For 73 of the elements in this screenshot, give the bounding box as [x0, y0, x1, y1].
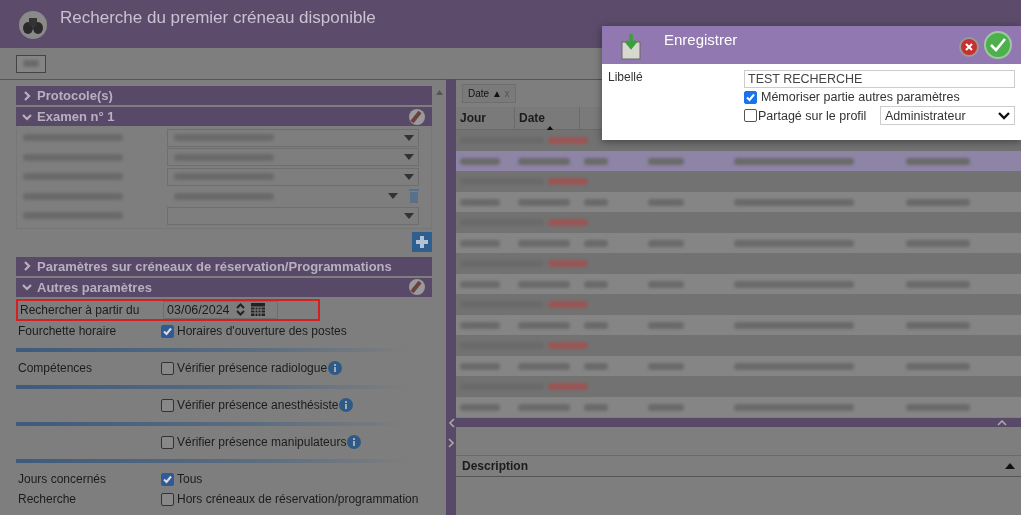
eraser-icon[interactable] [408, 107, 427, 126]
collapse-icon[interactable] [1005, 463, 1015, 469]
select-field[interactable] [167, 128, 419, 147]
column-header[interactable]: Jour [456, 107, 515, 129]
dialog-title: Enregistrer [664, 31, 738, 48]
table-row[interactable] [456, 396, 1021, 417]
section-title: Paramètres sur créneaux de réservation/Programmations [37, 258, 392, 274]
trash-icon[interactable] [409, 189, 419, 204]
caret-icon [404, 212, 414, 219]
table-row[interactable] [456, 314, 1021, 335]
expand-right-icon[interactable] [447, 438, 455, 448]
binoculars-icon [18, 10, 48, 40]
close-icon [965, 43, 973, 51]
field-label: Recherche [17, 492, 78, 506]
section-header[interactable]: Autres paramètres [16, 277, 433, 297]
eraser-icon[interactable] [408, 278, 427, 296]
caret-icon [404, 134, 414, 141]
name-input[interactable]: TEST RECHERCHE [744, 70, 1015, 88]
info-icon[interactable] [328, 361, 343, 375]
info-icon[interactable] [347, 435, 362, 449]
info-icon[interactable] [339, 398, 354, 412]
toolbar-button[interactable] [16, 54, 46, 73]
caret-icon [404, 173, 414, 180]
checkmark-icon [745, 91, 756, 103]
field-label: Compétences [17, 361, 94, 375]
checkbox-option[interactable]: Horaires d'ouverture des postes [161, 324, 347, 338]
collapse-left-icon[interactable] [447, 418, 455, 428]
field-label: Libellé [608, 70, 644, 86]
chevron-icon [22, 90, 32, 101]
chevron-up-icon[interactable] [997, 419, 1007, 426]
date-field[interactable]: 03/06/2024 [163, 300, 278, 319]
checkbox-option[interactable]: Vérifier présence anesthésiste [161, 398, 339, 412]
section-header[interactable]: Paramètres sur créneaux de réservation/Programmations [16, 256, 433, 276]
table-row[interactable] [456, 232, 1021, 253]
chevron-icon [22, 261, 32, 271]
chevron-icon [22, 282, 32, 292]
checkbox-option[interactable]: Partagé sur le profil [744, 108, 880, 123]
checkbox-option[interactable]: Hors créneaux de réservation/programmation [161, 492, 419, 506]
close-button[interactable] [959, 37, 979, 57]
chevron-down-icon [998, 111, 1010, 120]
caret-icon [388, 193, 398, 200]
select-field[interactable] [167, 148, 419, 167]
checkmark-icon [989, 37, 1007, 53]
table-row[interactable] [456, 273, 1021, 294]
select-field[interactable] [167, 206, 419, 225]
window-title: Recherche du premier créneau disponible [60, 8, 376, 28]
field-label: Rechercher à partir du [19, 302, 141, 317]
checkmark-icon [162, 325, 173, 337]
section-title: Examen n° 1 [37, 109, 115, 124]
field-label: Fourchette horaire [17, 324, 118, 338]
save-icon [620, 34, 644, 60]
section-header[interactable]: Examen n° 1 [16, 107, 433, 126]
calendar-icon[interactable] [250, 303, 265, 316]
checkbox-option[interactable]: Vérifier présence manipulateurs [161, 435, 347, 449]
chevron-icon [22, 111, 32, 122]
profile-select[interactable]: Administrateur [880, 106, 1015, 125]
table-row[interactable] [456, 355, 1021, 376]
section-title: Protocole(s) [37, 88, 113, 103]
field-label: Jours concernés [17, 472, 108, 486]
checkmark-icon [162, 473, 173, 485]
select-field[interactable] [167, 167, 419, 186]
table-row[interactable] [456, 191, 1021, 212]
checkbox-option[interactable]: Vérifier présence radiologue [161, 361, 328, 375]
checkbox-option[interactable]: Tous [161, 472, 203, 486]
section-title: Description [462, 459, 528, 473]
checkbox-option[interactable]: Mémoriser partie autres paramètres [744, 90, 1016, 104]
section-header[interactable]: Protocole(s) [16, 86, 433, 105]
scroll-up-icon[interactable] [435, 90, 443, 95]
caret-icon [404, 154, 414, 161]
spinner-icon[interactable] [235, 303, 245, 316]
add-icon[interactable] [412, 231, 433, 252]
confirm-button[interactable] [984, 31, 1012, 59]
section-title: Autres paramètres [37, 279, 152, 295]
